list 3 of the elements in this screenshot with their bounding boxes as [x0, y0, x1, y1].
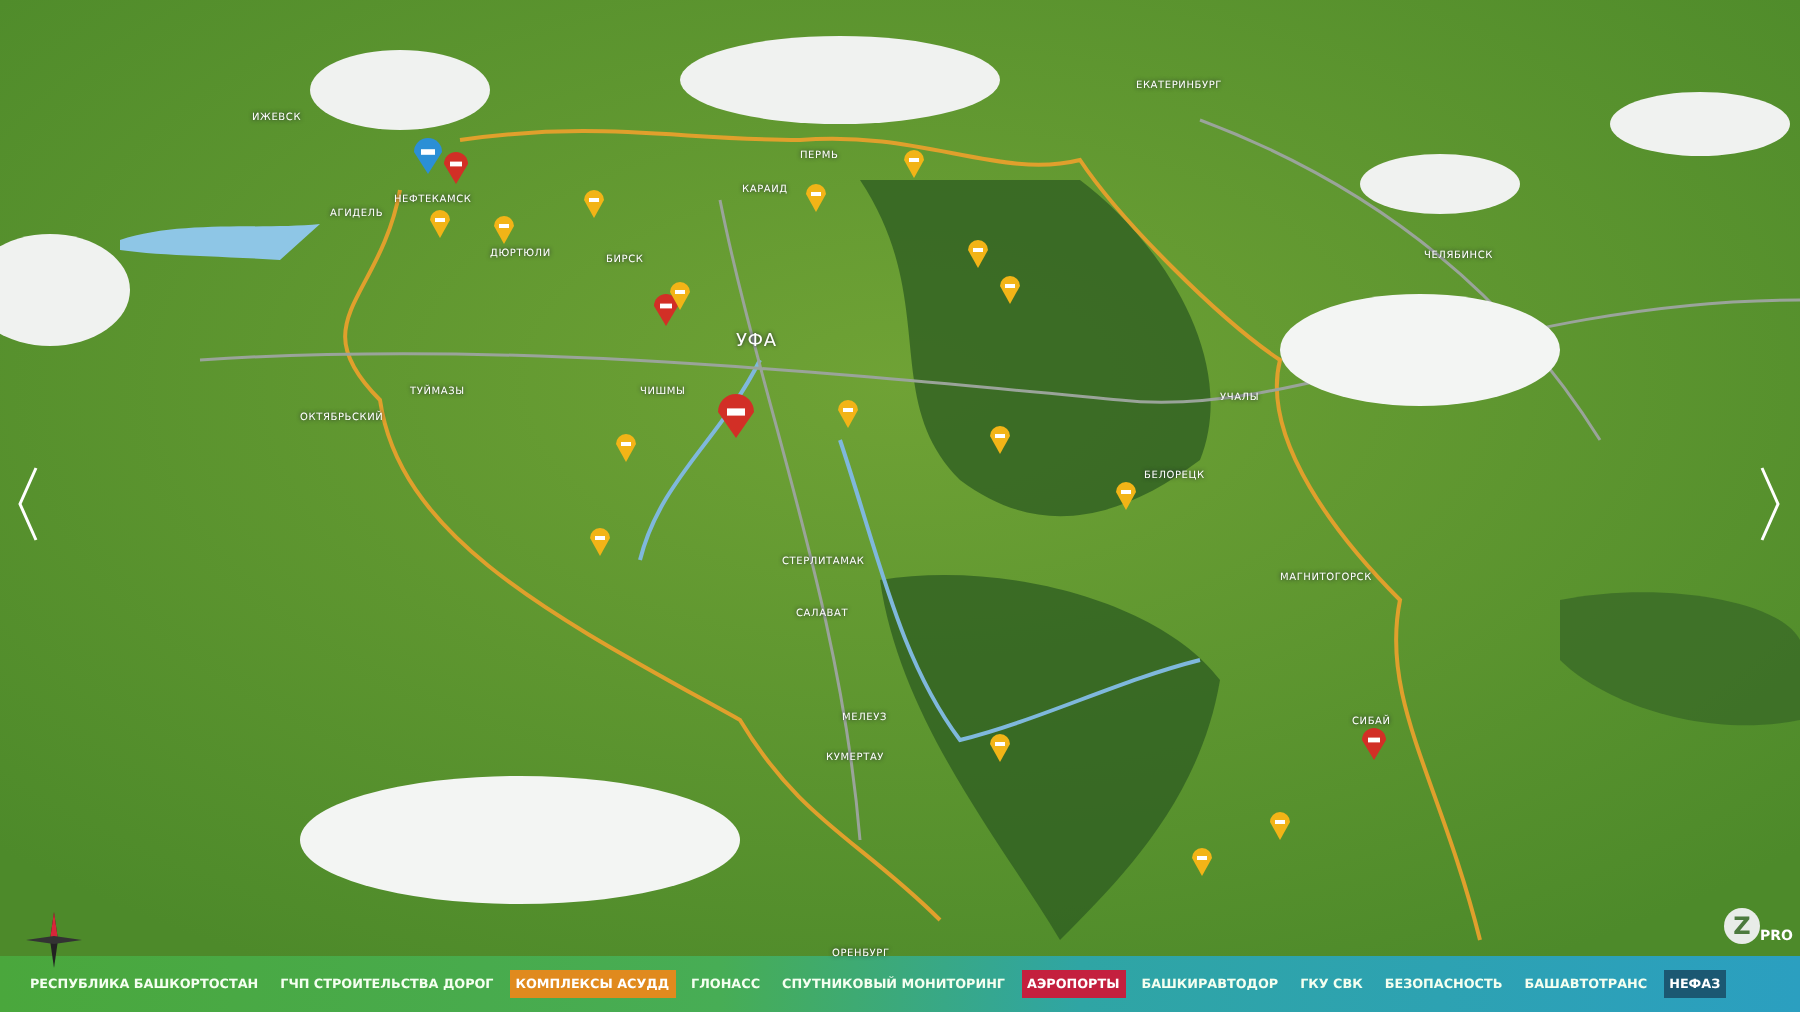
chevron-left-icon[interactable] — [16, 464, 40, 544]
chevron-right-icon[interactable] — [1758, 464, 1782, 544]
city-label: УФА — [736, 332, 777, 352]
